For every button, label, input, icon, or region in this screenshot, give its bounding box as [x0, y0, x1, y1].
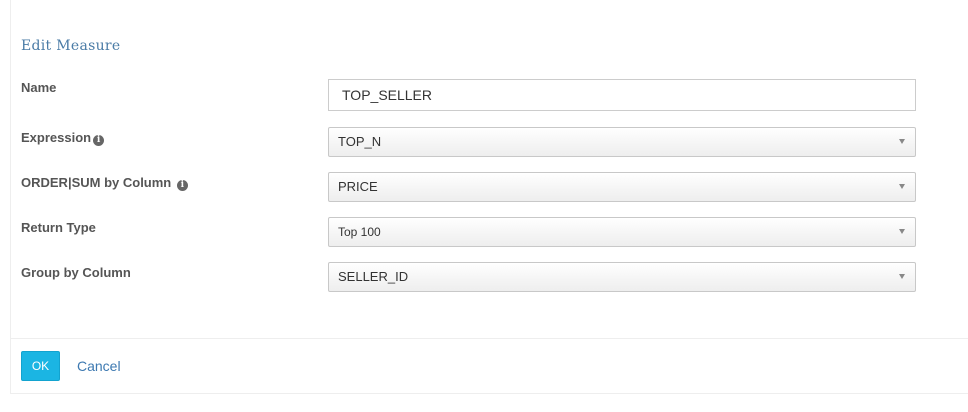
- group-by-value: SELLER_ID: [338, 269, 409, 284]
- order-column-label: ORDER|SUM by Column i: [21, 175, 188, 191]
- return-type-value: Top 100: [338, 225, 381, 239]
- return-type-label: Return Type: [21, 220, 96, 235]
- expression-label-text: Expression: [21, 130, 92, 145]
- footer-divider: [10, 338, 968, 339]
- info-icon[interactable]: i: [93, 135, 105, 146]
- chevron-down-icon: [899, 274, 905, 279]
- group-by-label: Group by Column: [21, 265, 131, 280]
- expression-label: Expression i: [21, 130, 105, 146]
- name-input[interactable]: TOP_SELLER: [328, 79, 916, 111]
- expression-value: TOP_N: [338, 134, 382, 149]
- ok-button[interactable]: OK: [21, 351, 60, 381]
- expression-select[interactable]: TOP_N: [328, 127, 916, 157]
- dialog-title: Edit Measure: [21, 38, 121, 54]
- cancel-button[interactable]: Cancel: [77, 358, 121, 374]
- info-icon[interactable]: i: [176, 180, 188, 191]
- order-column-select[interactable]: PRICE: [328, 172, 916, 202]
- return-type-select[interactable]: Top 100: [328, 217, 916, 247]
- chevron-down-icon: [899, 139, 905, 144]
- chevron-down-icon: [899, 184, 905, 189]
- order-column-value: PRICE: [338, 179, 378, 194]
- name-label: Name: [21, 80, 57, 95]
- group-by-select[interactable]: SELLER_ID: [328, 262, 916, 292]
- order-column-label-text: ORDER|SUM by Column: [21, 175, 172, 190]
- chevron-down-icon: [899, 229, 905, 234]
